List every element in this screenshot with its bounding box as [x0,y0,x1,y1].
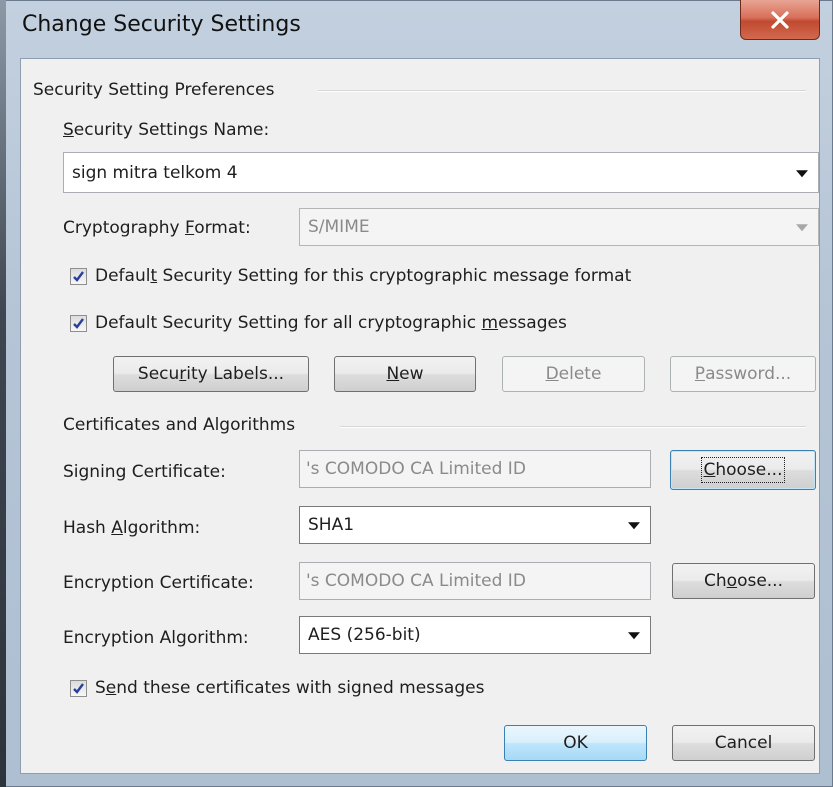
window-title: Change Security Settings [22,12,301,37]
settings-name-label: Security Settings Name: [63,120,270,140]
group-label-certificates: Certificates and Algorithms [63,415,308,435]
cancel-button[interactable]: Cancel [672,725,815,761]
encryption-algorithm-value: AES (256-bit) [308,625,421,645]
default-format-checkbox-label[interactable]: Default Security Setting for this crypto… [95,266,631,286]
encryption-certificate-field: 's COMODO CA Limited ID [299,562,651,600]
chevron-down-icon[interactable] [796,169,808,177]
choose-encryption-button[interactable]: Ch o ose... [672,563,815,599]
delete-button[interactable]: Delete [502,356,645,392]
send-certificates-checkbox-label[interactable]: Send these certificates with signed mess… [95,678,484,698]
ok-button[interactable]: OK [504,725,647,761]
close-icon [770,10,790,29]
checkmark-icon [73,683,84,694]
default-all-checkbox[interactable] [70,315,87,332]
chevron-down-icon [796,224,808,232]
settings-name-value: sign mitra telkom 4 [72,162,238,183]
encryption-certificate-label: Encryption Certificate: [63,573,254,593]
group-divider-certificates [340,426,806,428]
crypto-format-value: S/MIME [308,217,370,237]
password-button[interactable]: Password... [670,356,816,392]
crypto-format-label: Cryptography Format: [63,218,251,238]
group-divider-preferences [318,90,806,92]
window-left-edge [0,0,6,787]
encryption-algorithm-label: Encryption Algorithm: [63,628,249,648]
default-format-checkbox[interactable] [70,268,87,285]
security-labels-button[interactable]: Secu r ity Labels... [113,356,309,392]
choose-signing-button[interactable]: Choose... [670,450,816,490]
signing-certificate-field: 's COMODO CA Limited ID [299,450,651,488]
send-certificates-checkbox[interactable] [70,680,87,697]
checkmark-icon [73,318,84,329]
chevron-down-icon[interactable] [628,632,640,640]
hash-algorithm-label: Hash Algorithm: [63,518,201,538]
chevron-down-icon[interactable] [628,522,640,530]
hash-algorithm-value: SHA1 [308,515,355,535]
settings-name-combo[interactable]: sign mitra telkom 4 [63,152,819,193]
signing-certificate-label: Signing Certificate: [63,462,226,482]
crypto-format-combo: S/MIME [299,208,819,246]
encryption-algorithm-combo[interactable]: AES (256-bit) [299,616,651,654]
close-button[interactable] [740,0,820,40]
hash-algorithm-combo[interactable]: SHA1 [299,506,651,544]
group-label-preferences: Security Setting Preferences [33,80,287,100]
new-button[interactable]: New [334,356,476,392]
checkmark-icon [73,271,84,282]
default-all-checkbox-label[interactable]: Default Security Setting for all cryptog… [95,313,567,333]
